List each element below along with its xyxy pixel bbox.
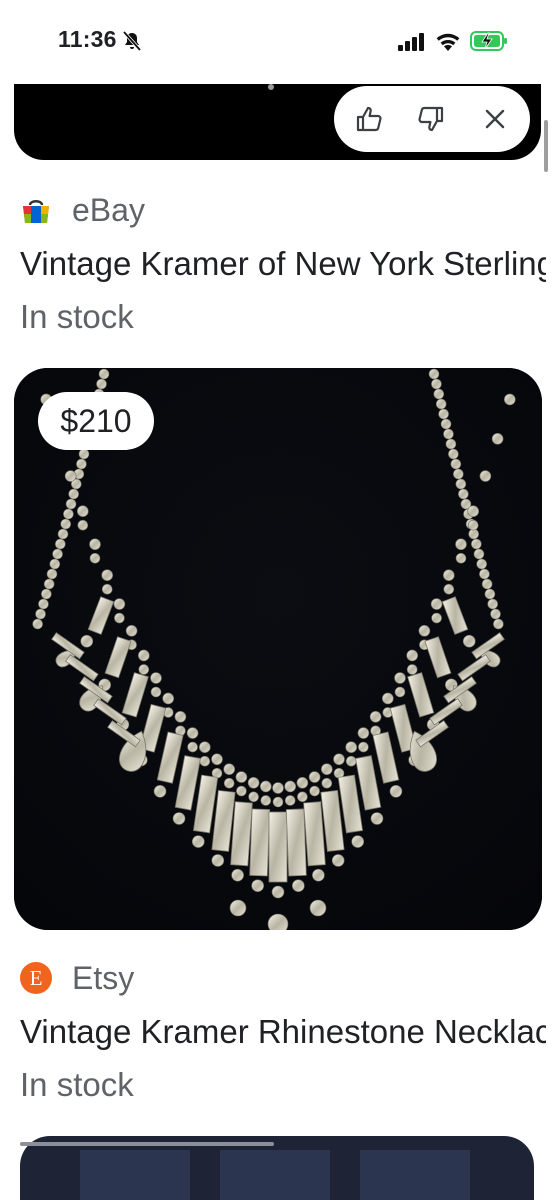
status-bar: 11:36 [0,0,554,84]
merchant-row-ebay[interactable]: eBay [20,192,145,228]
wifi-icon [436,33,460,51]
carousel-indicator [20,1142,274,1146]
listing-title[interactable]: Vintage Kramer Rhinestone Necklace [20,1013,546,1051]
product-image[interactable] [14,368,542,930]
feedback-pill [334,86,530,152]
bell-slash-icon [122,30,142,52]
svg-text:E: E [30,966,43,990]
image-detail [268,84,274,90]
merchant-name: eBay [72,191,145,228]
merchant-row-etsy[interactable]: E Etsy [20,960,134,996]
scrollbar[interactable] [544,120,548,172]
stock-status: In stock [20,1066,134,1103]
battery-charging-icon [470,31,507,51]
etsy-e-icon: E [20,962,52,994]
price-badge: $210 [38,392,154,450]
close-icon[interactable] [480,104,510,134]
thumb-down-icon[interactable] [416,104,446,134]
listing-title[interactable]: Vintage Kramer of New York Sterling [20,245,546,283]
ebay-bag-icon [23,200,49,223]
merchant-name: Etsy [72,959,135,996]
stock-status: In stock [20,298,134,335]
status-time: 11:36 [58,26,117,52]
necklace-photo [14,368,542,930]
thumb-up-icon[interactable] [354,104,384,134]
signal-icon [398,33,424,51]
